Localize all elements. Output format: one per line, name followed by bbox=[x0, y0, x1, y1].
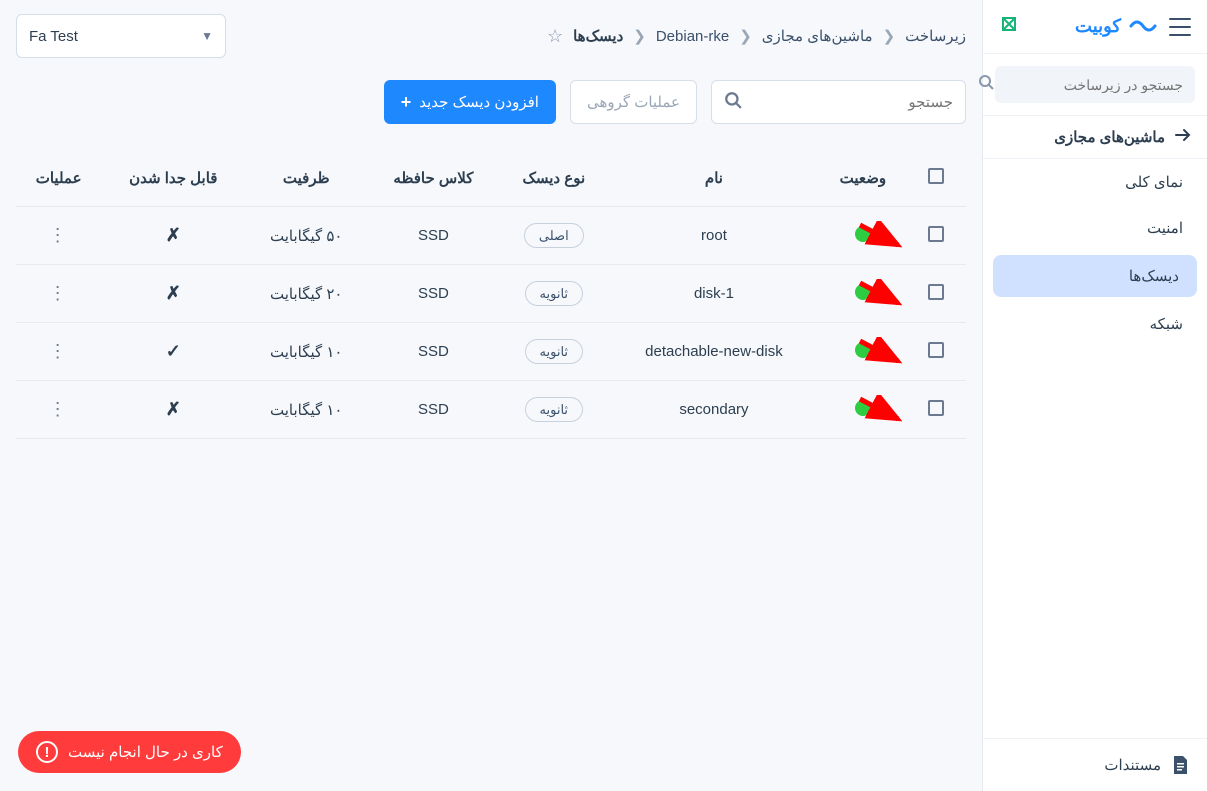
table-row: detachable-new-disk ثانویه SSD ۱۰ گیگابا… bbox=[16, 323, 966, 381]
crumb-instance[interactable]: Debian-rke bbox=[656, 28, 729, 45]
arrow-right-icon bbox=[1175, 128, 1191, 146]
table-row: disk-1 ثانویه SSD ۲۰ گیگابایت ✗ ⋮ bbox=[16, 265, 966, 323]
docs-label: مستندات bbox=[1104, 756, 1161, 774]
button-label: افزودن دیسک جدید bbox=[419, 93, 539, 111]
chevron-left-icon: ❮ bbox=[883, 27, 896, 45]
cell-name: secondary bbox=[608, 381, 820, 439]
sidebar-section-title: ماشین‌های مجازی bbox=[1054, 128, 1165, 146]
col-disk-type: نوع دیسک bbox=[500, 150, 609, 207]
row-checkbox[interactable] bbox=[928, 400, 944, 416]
cell-name: detachable-new-disk bbox=[608, 323, 820, 381]
sidebar-search[interactable] bbox=[995, 66, 1195, 103]
disks-table: وضعیت نام نوع دیسک کلاس حافظه ظرفیت قابل… bbox=[16, 150, 966, 439]
crumb-infrastructure[interactable]: زیرساخت bbox=[905, 27, 966, 45]
breadcrumb: زیرساخت ❮ ماشین‌های مجازی ❮ Debian-rke ❮… bbox=[242, 26, 966, 47]
caret-down-icon: ▼ bbox=[201, 29, 213, 43]
detachable-indicator: ✓ bbox=[166, 341, 181, 361]
document-icon bbox=[1171, 755, 1189, 775]
cell-name: disk-1 bbox=[608, 265, 820, 323]
detachable-indicator: ✗ bbox=[166, 225, 181, 245]
detachable-indicator: ✗ bbox=[166, 399, 181, 419]
brand-name: کوبیت bbox=[1075, 16, 1121, 37]
disk-type-pill: ثانویه bbox=[525, 281, 584, 306]
cell-storage-class: SSD bbox=[367, 207, 499, 265]
cell-capacity: ۵۰ گیگابایت bbox=[245, 207, 367, 265]
row-actions-menu[interactable]: ⋮ bbox=[49, 399, 69, 419]
plus-icon: + bbox=[401, 92, 412, 113]
group-operations-button[interactable]: عملیات گروهی bbox=[570, 80, 697, 124]
crumb-vms[interactable]: ماشین‌های مجازی bbox=[762, 27, 873, 45]
cell-capacity: ۱۰ گیگابایت bbox=[245, 381, 367, 439]
project-selector[interactable]: ▼ Fa Test bbox=[16, 14, 226, 58]
sidebar-footer-docs[interactable]: مستندات bbox=[983, 738, 1207, 791]
cell-capacity: ۱۰ گیگابایت bbox=[245, 323, 367, 381]
table-search[interactable] bbox=[711, 80, 966, 124]
alert-icon: ! bbox=[36, 741, 58, 763]
brand[interactable]: کوبیت bbox=[1075, 15, 1157, 38]
wave-icon bbox=[1129, 15, 1157, 38]
sidebar-header: کوبیت bbox=[983, 0, 1207, 54]
table-header-row: وضعیت نام نوع دیسک کلاس حافظه ظرفیت قابل… bbox=[16, 150, 966, 207]
select-all-checkbox[interactable] bbox=[928, 168, 944, 184]
sidebar-section-header[interactable]: ماشین‌های مجازی bbox=[983, 115, 1207, 159]
sidebar-item-disks[interactable]: دیسک‌ها bbox=[993, 255, 1197, 297]
sidebar-item-security[interactable]: امنیت bbox=[983, 205, 1207, 251]
chevron-left-icon: ❮ bbox=[739, 27, 752, 45]
col-name: نام bbox=[608, 150, 820, 207]
row-actions-menu[interactable]: ⋮ bbox=[49, 225, 69, 245]
table-row: secondary ثانویه SSD ۱۰ گیگابایت ✗ ⋮ bbox=[16, 381, 966, 439]
no-job-pill[interactable]: کاری در حال انجام نیست ! bbox=[18, 731, 241, 773]
crumb-current: دیسک‌ها bbox=[573, 27, 623, 45]
row-checkbox[interactable] bbox=[928, 284, 944, 300]
main-content: زیرساخت ❮ ماشین‌های مجازی ❮ Debian-rke ❮… bbox=[0, 0, 982, 791]
disk-type-pill: ثانویه bbox=[525, 397, 584, 422]
row-actions-menu[interactable]: ⋮ bbox=[49, 283, 69, 303]
button-label: عملیات گروهی bbox=[587, 93, 680, 111]
sidebar-nav: نمای کلی امنیت دیسک‌ها شبکه bbox=[983, 159, 1207, 738]
add-disk-button[interactable]: افزودن دیسک جدید + bbox=[384, 80, 556, 124]
selector-label: Fa Test bbox=[29, 28, 78, 45]
sidebar-item-label: شبکه bbox=[1150, 316, 1183, 333]
cell-storage-class: SSD bbox=[367, 381, 499, 439]
col-detachable: قابل جدا شدن bbox=[101, 150, 245, 207]
cell-name: root bbox=[608, 207, 820, 265]
sidebar-item-label: امنیت bbox=[1147, 220, 1183, 237]
detachable-indicator: ✗ bbox=[166, 283, 181, 303]
disk-type-pill: ثانویه bbox=[525, 339, 584, 364]
col-status: وضعیت bbox=[820, 150, 906, 207]
row-checkbox[interactable] bbox=[928, 342, 944, 358]
table-row: root اصلی SSD ۵۰ گیگابایت ✗ ⋮ bbox=[16, 207, 966, 265]
menu-icon[interactable] bbox=[1169, 18, 1191, 36]
col-actions: عملیات bbox=[16, 150, 101, 207]
row-actions-menu[interactable]: ⋮ bbox=[49, 341, 69, 361]
table-search-input[interactable] bbox=[742, 94, 953, 111]
disk-type-pill: اصلی bbox=[524, 223, 584, 248]
status-indicator bbox=[855, 226, 871, 242]
chevron-left-icon: ❮ bbox=[633, 27, 646, 45]
sidebar: کوبیت ماشین‌های مجازی نمای کلی امنیت bbox=[982, 0, 1207, 791]
search-icon bbox=[724, 91, 742, 114]
sidebar-item-overview[interactable]: نمای کلی bbox=[983, 159, 1207, 205]
sidebar-item-label: دیسک‌ها bbox=[1129, 268, 1179, 285]
secondary-logo-icon bbox=[999, 14, 1019, 39]
cell-storage-class: SSD bbox=[367, 323, 499, 381]
sidebar-item-network[interactable]: شبکه bbox=[983, 301, 1207, 347]
sidebar-search-input[interactable] bbox=[1002, 77, 1183, 93]
col-storage-class: کلاس حافظه bbox=[367, 150, 499, 207]
star-icon[interactable]: ☆ bbox=[547, 26, 563, 47]
status-indicator bbox=[855, 284, 871, 300]
status-indicator bbox=[855, 400, 871, 416]
no-job-label: کاری در حال انجام نیست bbox=[68, 743, 223, 761]
cell-storage-class: SSD bbox=[367, 265, 499, 323]
sidebar-item-label: نمای کلی bbox=[1125, 174, 1183, 191]
topbar: زیرساخت ❮ ماشین‌های مجازی ❮ Debian-rke ❮… bbox=[16, 14, 966, 58]
status-indicator bbox=[855, 342, 871, 358]
toolbar: عملیات گروهی افزودن دیسک جدید + bbox=[16, 80, 966, 124]
cell-capacity: ۲۰ گیگابایت bbox=[245, 265, 367, 323]
row-checkbox[interactable] bbox=[928, 226, 944, 242]
col-capacity: ظرفیت bbox=[245, 150, 367, 207]
